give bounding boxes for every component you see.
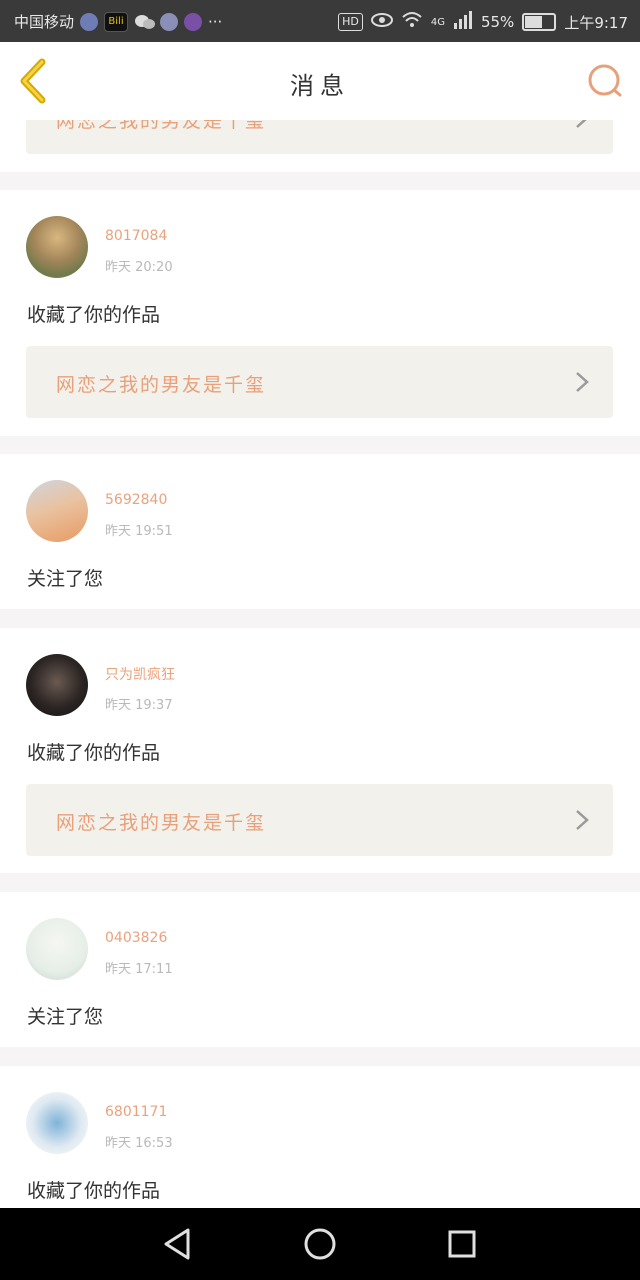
app-notification-icon: [80, 12, 99, 31]
signal-icon: [453, 11, 473, 33]
chevron-right-icon: [576, 810, 589, 830]
nav-recents-button[interactable]: [444, 1226, 480, 1262]
action-text: 关注了您: [27, 568, 104, 590]
nav-home-button[interactable]: [302, 1226, 338, 1262]
action-text: 收藏了你的作品: [27, 304, 161, 326]
username[interactable]: 8017084: [105, 228, 167, 244]
message-card: 6801171 昨天 16:53 收藏了你的作品: [0, 1066, 640, 1208]
work-link[interactable]: 网恋之我的男友是千玺: [26, 346, 613, 418]
network-type-label: 4G: [430, 16, 445, 28]
page-title: 消息: [290, 72, 350, 100]
username[interactable]: 0403826: [105, 930, 167, 946]
work-title: 网恋之我的男友是千玺: [56, 812, 267, 834]
wifi-icon: [401, 11, 423, 33]
timestamp: 昨天 16:53: [105, 1136, 173, 1151]
message-card: 只为凯疯狂 昨天 19:37 收藏了你的作品 网恋之我的男友是千玺: [0, 628, 640, 873]
message-card: 0403826 昨天 17:11 关注了您: [0, 892, 640, 1047]
username[interactable]: 只为凯疯狂: [105, 664, 175, 684]
search-button[interactable]: [586, 62, 624, 100]
nav-back-button[interactable]: [160, 1226, 196, 1262]
app-header: 消息: [0, 42, 640, 121]
message-card: 8017084 昨天 20:20 收藏了你的作品 网恋之我的男友是千玺: [0, 190, 640, 436]
square-recents-icon: [448, 1230, 476, 1258]
work-link[interactable]: 网恋之我的男友是千玺: [26, 120, 613, 154]
chevron-right-icon: [576, 120, 587, 128]
more-notifications-icon: ···: [208, 12, 223, 31]
clock: 上午9:17: [564, 13, 628, 32]
message-list[interactable]: 网恋之我的男友是千玺 8017084 昨天 20:20 收藏了你的作品 网恋之我…: [0, 120, 640, 1208]
timestamp: 昨天 17:11: [105, 962, 173, 977]
timestamp: 昨天 20:20: [105, 260, 173, 275]
work-link[interactable]: 网恋之我的男友是千玺: [26, 784, 613, 856]
avatar[interactable]: [26, 480, 88, 542]
carrier-label: 中国移动: [14, 13, 75, 31]
message-card: 网恋之我的男友是千玺: [0, 120, 640, 172]
action-text: 关注了您: [27, 1006, 104, 1028]
avatar[interactable]: [26, 918, 88, 980]
message-card: 5692840 昨天 19:51 关注了您: [0, 454, 640, 609]
username[interactable]: 6801171: [105, 1104, 167, 1120]
chevron-right-icon: [576, 372, 589, 392]
eye-icon: [370, 12, 393, 32]
hd-icon: HD: [338, 13, 363, 31]
avatar[interactable]: [26, 654, 88, 716]
qq-icon: [160, 12, 179, 31]
action-text: 收藏了你的作品: [27, 742, 161, 764]
status-bar: 中国移动 Bili ··· HD 4G 55% 上午9:17: [0, 0, 640, 42]
username[interactable]: 5692840: [105, 492, 167, 508]
timestamp: 昨天 19:37: [105, 698, 173, 713]
work-title: 网恋之我的男友是千玺: [56, 120, 267, 132]
system-nav-bar: [0, 1208, 640, 1280]
battery-percent: 55%: [480, 13, 515, 31]
search-icon: [588, 64, 622, 97]
triangle-back-icon: [164, 1228, 190, 1260]
avatar[interactable]: [26, 1092, 88, 1154]
circle-home-icon: [304, 1228, 336, 1260]
action-text: 收藏了你的作品: [27, 1180, 161, 1202]
avatar[interactable]: [26, 216, 88, 278]
bilibili-icon: Bili: [104, 11, 129, 32]
game-icon: [184, 12, 203, 31]
work-title: 网恋之我的男友是千玺: [56, 374, 267, 396]
timestamp: 昨天 19:51: [105, 524, 173, 539]
wechat-icon: [134, 13, 156, 31]
battery-icon: [522, 13, 557, 31]
